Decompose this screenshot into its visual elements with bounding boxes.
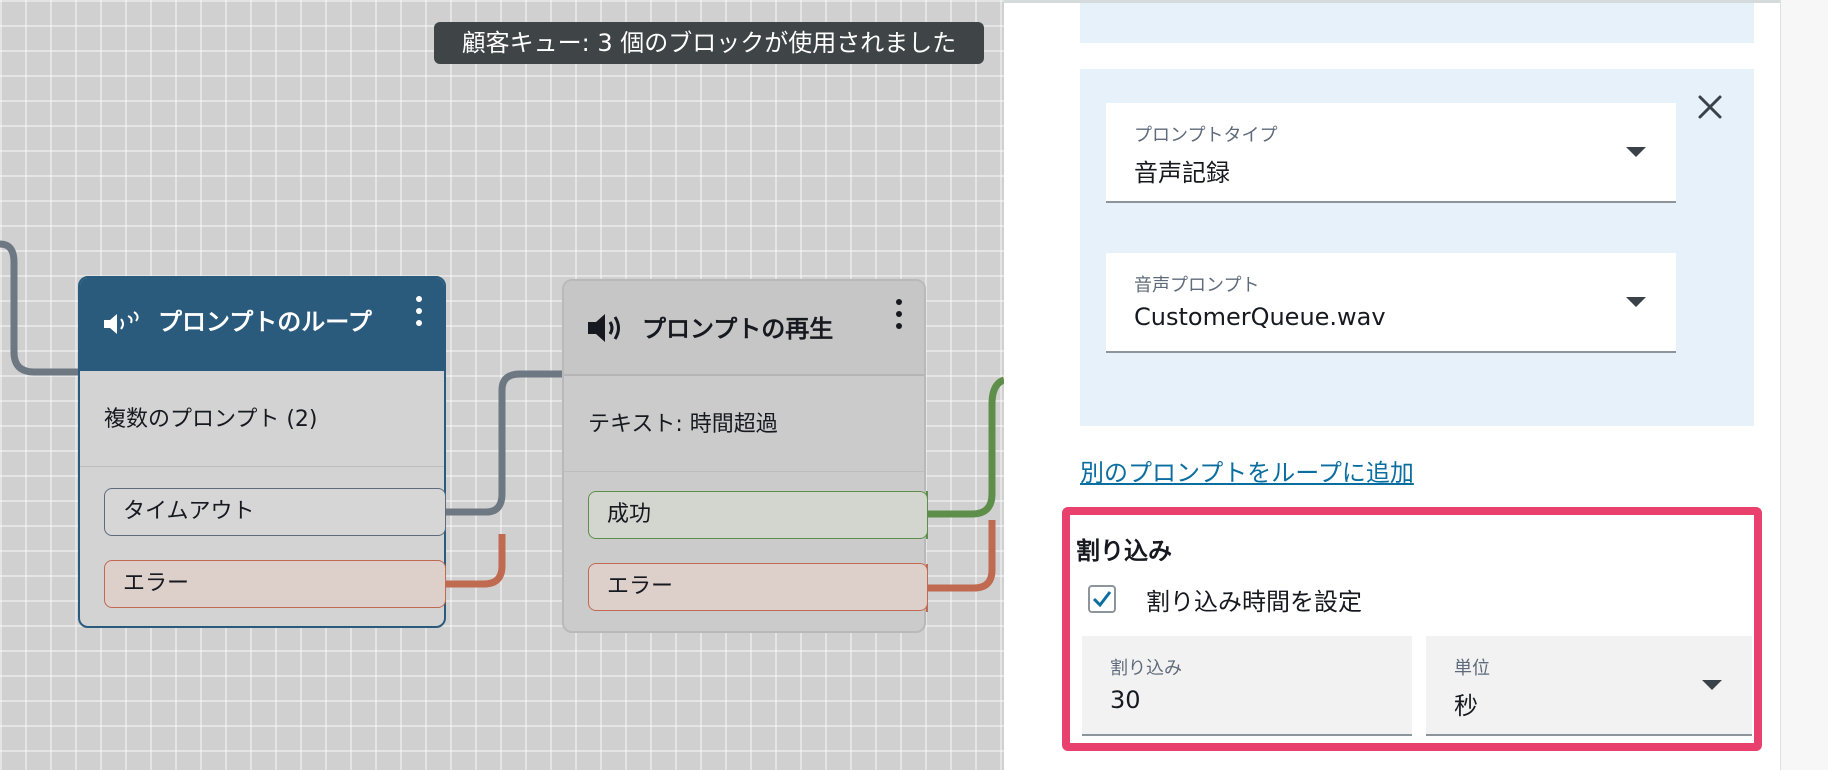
scrollbar-track[interactable] xyxy=(1780,0,1828,770)
flow-canvas[interactable]: 顧客キュー: 3 個のブロックが使用されました プロンプトのループ 複数のプロン… xyxy=(0,0,1004,770)
section-title: 割り込み xyxy=(1076,537,1172,565)
field-value: 音声記録 xyxy=(1134,159,1230,187)
play-prompt-block[interactable]: プロンプトの再生 テキスト: 時間超過 成功 エラー xyxy=(562,279,928,633)
prompt-card: プロンプトタイプ 音声記録 音声プロンプト CustomerQueue.wav xyxy=(1080,69,1754,426)
block-title: プロンプトの再生 xyxy=(642,315,834,343)
speaker-icon xyxy=(586,311,626,349)
field-label: 音声プロンプト xyxy=(1134,275,1260,296)
field-value: 秒 xyxy=(1454,692,1478,720)
branch-error[interactable]: エラー xyxy=(104,560,446,608)
checkmark-icon xyxy=(1092,591,1112,608)
checkbox-label: 割り込み時間を設定 xyxy=(1146,587,1362,616)
block-header[interactable]: プロンプトのループ xyxy=(80,278,444,371)
chevron-down-icon xyxy=(1626,297,1646,307)
block-description: 複数のプロンプト (2) xyxy=(80,371,444,467)
previous-prompt-card xyxy=(1080,3,1754,43)
block-description: テキスト: 時間超過 xyxy=(564,376,924,472)
add-prompt-link[interactable]: 別のプロンプトをループに追加 xyxy=(1080,453,1414,488)
chevron-down-icon xyxy=(1702,680,1722,690)
block-title: プロンプトのループ xyxy=(158,308,372,336)
field-label: 単位 xyxy=(1454,658,1490,679)
connector-play-error xyxy=(926,520,996,592)
audio-prompt-select[interactable]: 音声プロンプト CustomerQueue.wav xyxy=(1106,253,1676,353)
prompt-type-select[interactable]: プロンプトタイプ 音声記録 xyxy=(1106,103,1676,203)
block-menu-icon[interactable] xyxy=(892,299,906,329)
field-value: CustomerQueue.wav xyxy=(1134,303,1386,331)
barge-in-section: 割り込み 割り込み時間を設定 割り込み 30 単位 秒 xyxy=(1062,507,1762,751)
properties-panel: プロンプトタイプ 音声記録 音声プロンプト CustomerQueue.wav … xyxy=(1004,0,1780,770)
close-icon[interactable] xyxy=(1692,89,1728,125)
field-label: プロンプトタイプ xyxy=(1134,125,1278,146)
speaker-loop-icon xyxy=(102,310,142,342)
connector-timeout xyxy=(446,370,580,516)
block-menu-icon[interactable] xyxy=(412,296,426,326)
barge-in-unit-select[interactable]: 単位 秒 xyxy=(1426,636,1752,736)
usage-tooltip: 顧客キュー: 3 個のブロックが使用されました xyxy=(434,22,984,64)
branch-success[interactable]: 成功 xyxy=(588,491,928,539)
connector-play-success xyxy=(926,376,1004,518)
block-header[interactable]: プロンプトの再生 xyxy=(564,281,924,376)
barge-in-checkbox-row[interactable]: 割り込み時間を設定 xyxy=(1088,579,1362,619)
branch-error[interactable]: エラー xyxy=(588,563,928,611)
loop-prompts-block[interactable]: プロンプトのループ 複数のプロンプト (2) タイムアウト エラー xyxy=(78,276,446,628)
field-label: 割り込み xyxy=(1110,658,1182,679)
barge-in-duration-input[interactable]: 割り込み 30 xyxy=(1082,636,1412,736)
barge-in-checkbox[interactable] xyxy=(1088,585,1116,613)
connector-loop-error xyxy=(446,534,506,588)
field-value: 30 xyxy=(1110,686,1141,714)
branch-timeout[interactable]: タイムアウト xyxy=(104,488,446,536)
chevron-down-icon xyxy=(1626,147,1646,157)
